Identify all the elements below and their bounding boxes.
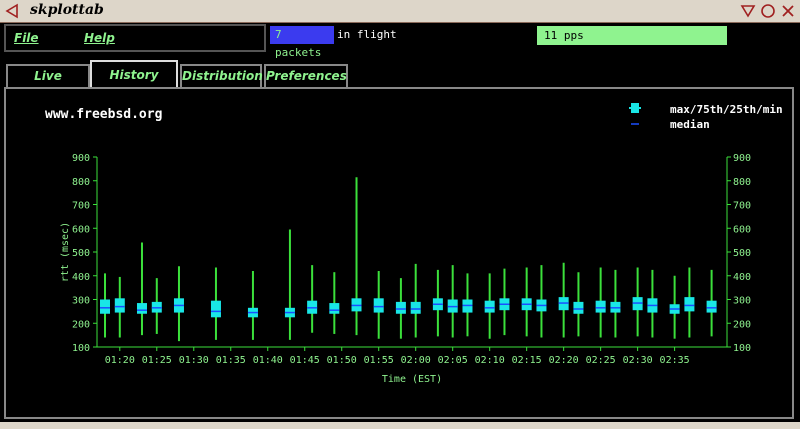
box [484, 300, 495, 313]
x-tick-label: 02:00 [401, 355, 431, 366]
y-tick-label-right: 100 [733, 343, 751, 354]
box [373, 298, 384, 313]
y-tick-label-left: 100 [72, 343, 90, 354]
history-chart: www.freebsd.org max/75th/25th/min median 10… [45, 103, 783, 385]
x-tick-label: 01:45 [290, 355, 320, 366]
legend-label-boxes: max/75th/25th/min [670, 103, 783, 116]
y-tick-label-left: 400 [72, 272, 90, 283]
y-tick-label-left: 600 [72, 224, 90, 235]
x-tick-label: 02:15 [512, 355, 542, 366]
bottom-bar [0, 422, 800, 429]
x-tick-label: 01:40 [253, 355, 283, 366]
x-tick-label: 02:20 [549, 355, 579, 366]
y-axis-label: rtt (msec) [60, 222, 71, 282]
legend-label-median: median [670, 118, 710, 131]
box [100, 299, 110, 314]
y-tick-label-right: 200 [733, 319, 751, 330]
box [410, 301, 421, 314]
box [706, 300, 717, 313]
x-tick-label: 01:35 [216, 355, 246, 366]
x-tick-label: 02:10 [475, 355, 505, 366]
x-tick-label: 01:25 [142, 355, 172, 366]
box [684, 297, 695, 312]
x-tick-label: 02:05 [438, 355, 468, 366]
y-tick-label-left: 500 [72, 248, 90, 259]
x-tick-label: 01:20 [105, 355, 135, 366]
x-tick-label: 01:30 [179, 355, 209, 366]
y-tick-label-right: 400 [733, 272, 751, 283]
box [395, 301, 406, 314]
box [210, 300, 221, 318]
y-tick-label-left: 300 [72, 296, 90, 307]
y-tick-label-right: 300 [733, 296, 751, 307]
y-tick-label-left: 800 [72, 177, 90, 188]
x-tick-label: 02:30 [623, 355, 653, 366]
x-tick-label: 02:25 [586, 355, 616, 366]
y-tick-label-right: 900 [733, 153, 751, 164]
y-tick-label-left: 700 [72, 201, 90, 212]
y-tick-label-right: 700 [733, 201, 751, 212]
chart-title: www.freebsd.org [45, 107, 162, 122]
y-tick-label-right: 800 [733, 177, 751, 188]
x-axis-label: Time (EST) [382, 374, 442, 385]
y-tick-label-right: 500 [733, 248, 751, 259]
box [136, 303, 147, 314]
box [595, 300, 606, 313]
x-tick-label: 01:50 [327, 355, 357, 366]
box [114, 298, 125, 313]
x-tick-label: 02:35 [660, 355, 690, 366]
x-tick-label: 01:55 [364, 355, 394, 366]
y-tick-label-right: 600 [733, 224, 751, 235]
box [573, 301, 584, 314]
box [329, 303, 340, 314]
y-tick-label-left: 900 [72, 153, 90, 164]
y-tick-label-left: 200 [72, 319, 90, 330]
